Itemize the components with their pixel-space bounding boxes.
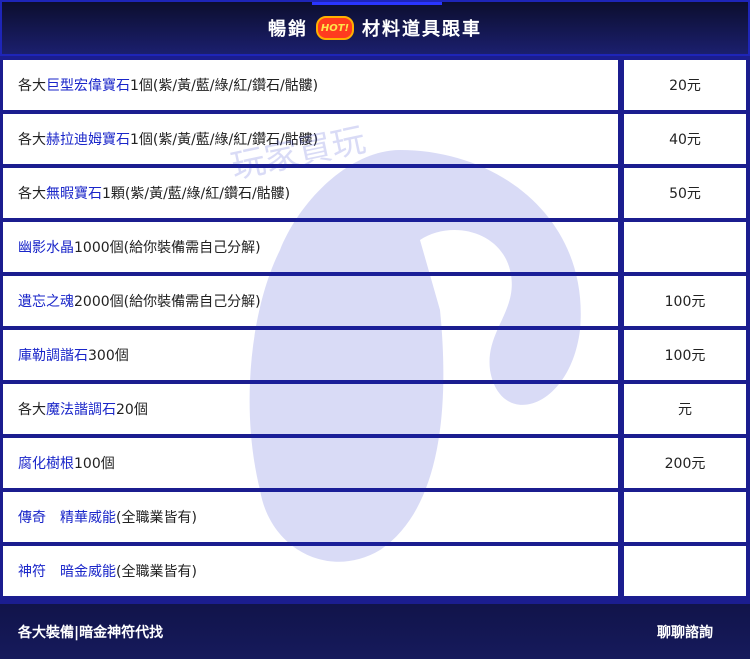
item-name-cell: 幽影水晶 1000個(給你裝備需自己分解)	[3, 222, 618, 272]
item-price-cell	[624, 546, 746, 596]
table-row: 各大 無暇寶石 1顆(紫/黃/藍/綠/紅/鑽石/骷髏) 50元	[0, 166, 750, 220]
item-name-cell: 各大 赫拉迪姆寶石 1個(紫/黃/藍/綠/紅/鑽石/骷髏)	[3, 114, 618, 164]
table-row: 遺忘之魂 2000個(給你裝備需自己分解) 100元	[0, 274, 750, 328]
item-name-cell: 各大 無暇寶石 1顆(紫/黃/藍/綠/紅/鑽石/骷髏)	[3, 168, 618, 218]
footer-label: 各大裝備|暗金神符代找	[18, 624, 164, 641]
item-prefix: 各大	[18, 78, 46, 94]
item-highlight: 庫勒調諧石	[18, 348, 88, 364]
table-row: 庫勒調諧石 300個 100元	[0, 328, 750, 382]
item-name-cell: 傳奇 精華威能 (全職業皆有)	[3, 492, 618, 542]
item-suffix: 1個(紫/黃/藍/綠/紅/鑽石/骷髏)	[130, 78, 319, 94]
item-suffix: 1個(紫/黃/藍/綠/紅/鑽石/骷髏)	[130, 132, 319, 148]
table-row: 幽影水晶 1000個(給你裝備需自己分解)	[0, 220, 750, 274]
item-highlight: 無暇寶石	[46, 186, 102, 202]
item-price-cell: 100元	[624, 276, 746, 326]
item-price-cell: 200元	[624, 438, 746, 488]
table-row: 腐化樹根 100個 200元	[0, 436, 750, 490]
chat-consult-button[interactable]: 聊聊諮詢	[624, 607, 746, 656]
item-name-cell: 各大 魔法諧調石 20個	[3, 384, 618, 434]
table-row: 神符 暗金威能 (全職業皆有)	[0, 544, 750, 598]
item-highlight: 赫拉迪姆寶石	[46, 132, 130, 148]
item-prefix: 各大	[18, 132, 46, 148]
item-prefix: 各大	[18, 186, 46, 202]
item-highlight: 幽影水晶	[18, 240, 74, 256]
item-suffix: 1顆(紫/黃/藍/綠/紅/鑽石/骷髏)	[102, 186, 291, 202]
item-suffix: 100個	[74, 456, 115, 472]
item-highlight: 遺忘之魂	[18, 294, 74, 310]
item-price-cell: 元	[624, 384, 746, 434]
item-price-cell: 50元	[624, 168, 746, 218]
item-name-cell: 各大 巨型宏偉寶石 1個(紫/黃/藍/綠/紅/鑽石/骷髏)	[3, 60, 618, 110]
item-price-cell: 20元	[624, 60, 746, 110]
item-name-cell: 神符 暗金威能 (全職業皆有)	[3, 546, 618, 596]
item-prefix: 各大	[18, 402, 46, 418]
price-list: 暢銷 HOT! 材料道具跟車 各大 巨型宏偉寶石 1個(紫/黃/藍/綠/紅/鑽石/骷…	[0, 0, 750, 659]
header-title-right: 材料道具跟車	[362, 19, 482, 40]
item-name-cell: 遺忘之魂 2000個(給你裝備需自己分解)	[3, 276, 618, 326]
item-highlight: 腐化樹根	[18, 456, 74, 472]
item-price-cell: 100元	[624, 330, 746, 380]
item-price-cell	[624, 492, 746, 542]
table-row: 各大 魔法諧調石 20個 元	[0, 382, 750, 436]
header-title-left: 暢銷	[268, 19, 308, 40]
item-suffix: 20個	[116, 402, 148, 418]
table-row: 各大 巨型宏偉寶石 1個(紫/黃/藍/綠/紅/鑽石/骷髏) 20元	[0, 58, 750, 112]
item-price-cell: 40元	[624, 114, 746, 164]
item-highlight: 巨型宏偉寶石	[46, 78, 130, 94]
item-name-cell: 庫勒調諧石 300個	[3, 330, 618, 380]
item-highlight: 傳奇 精華威能	[18, 510, 116, 526]
item-highlight: 魔法諧調石	[46, 402, 116, 418]
footer-bar: 各大裝備|暗金神符代找 聊聊諮詢	[0, 604, 750, 659]
item-suffix: (全職業皆有)	[116, 510, 197, 526]
header-accent-bar	[312, 2, 442, 5]
item-table: 各大 巨型宏偉寶石 1個(紫/黃/藍/綠/紅/鑽石/骷髏) 20元 各大 赫拉迪姆寶石…	[0, 58, 750, 598]
hot-badge: HOT!	[316, 16, 354, 40]
item-suffix: 300個	[88, 348, 129, 364]
item-price-cell	[624, 222, 746, 272]
item-name-cell: 腐化樹根 100個	[3, 438, 618, 488]
item-highlight: 神符 暗金威能	[18, 564, 116, 580]
table-row: 傳奇 精華威能 (全職業皆有)	[0, 490, 750, 544]
item-suffix: 2000個(給你裝備需自己分解)	[74, 294, 261, 310]
table-row: 各大 赫拉迪姆寶石 1個(紫/黃/藍/綠/紅/鑽石/骷髏) 40元	[0, 112, 750, 166]
item-suffix: 1000個(給你裝備需自己分解)	[74, 240, 261, 256]
item-suffix: (全職業皆有)	[116, 564, 197, 580]
header-bar: 暢銷 HOT! 材料道具跟車	[0, 0, 750, 56]
